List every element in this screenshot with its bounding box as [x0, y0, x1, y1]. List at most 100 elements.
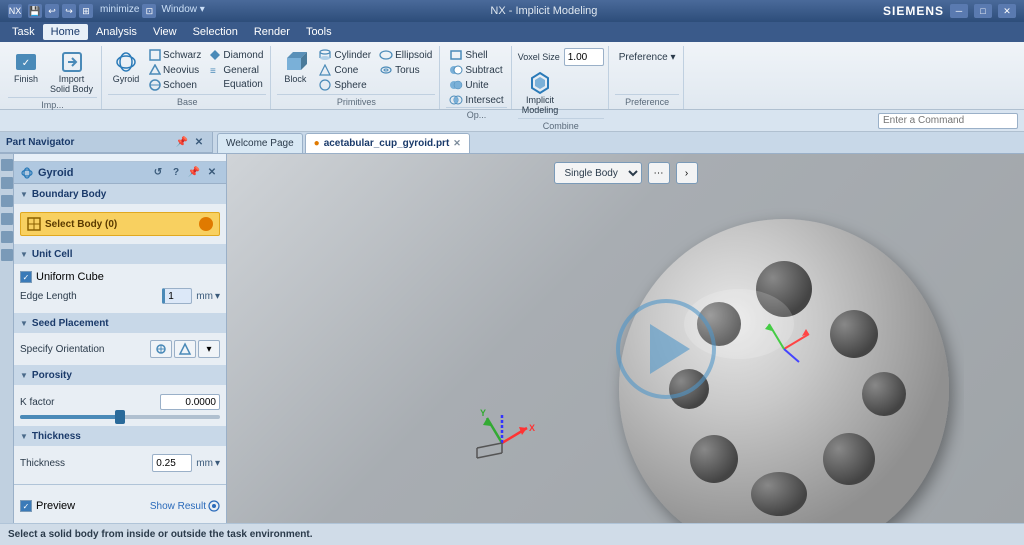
nav-close-icon[interactable]: ✕ [192, 135, 206, 149]
cone-button[interactable]: Cone [315, 63, 374, 77]
switch-window-icon[interactable]: ⊞ [79, 4, 93, 18]
divider-1 [14, 484, 226, 485]
gyroid-pin-icon[interactable]: 📌 [186, 165, 202, 181]
k-factor-input[interactable] [160, 394, 220, 410]
shell-button[interactable]: Shell [446, 48, 506, 62]
tab-model[interactable]: ● acetabular_cup_gyroid.prt ✕ [305, 133, 470, 153]
sidebar-icon-4[interactable] [1, 213, 13, 225]
ellipsoid-button[interactable]: Ellipsoid [376, 48, 435, 62]
switch-window-label[interactable]: minimize [100, 4, 139, 18]
menu-task[interactable]: Task [4, 24, 43, 40]
window-icon[interactable]: ⊡ [142, 4, 156, 18]
maximize-button[interactable]: □ [974, 4, 992, 18]
intersect-button[interactable]: Intersect [446, 93, 506, 107]
play-button-overlay[interactable] [616, 299, 716, 399]
viewport-toolbar: Single Body ⋯ › [554, 162, 698, 184]
search-input[interactable] [878, 113, 1018, 129]
orient-btn-1[interactable] [150, 340, 172, 358]
porosity-arrow: ▼ [20, 371, 28, 380]
voxel-size-input[interactable] [564, 48, 604, 66]
status-bar: Select a solid body from inside or outsi… [0, 523, 1024, 545]
preview-checkbox[interactable]: ✓ [20, 500, 32, 512]
part-navigator-header: Part Navigator 📌 ✕ [0, 132, 213, 153]
cylinder-button[interactable]: Cylinder [315, 48, 374, 62]
select-body-row[interactable]: Select Body (0) [20, 212, 220, 236]
subtract-button[interactable]: Subtract [446, 63, 506, 77]
k-factor-slider-thumb[interactable] [115, 410, 125, 424]
nav-pin-icon[interactable]: 📌 [175, 135, 189, 149]
thickness-unit: mm [196, 458, 213, 469]
edge-length-dropdown[interactable]: ▾ [215, 291, 220, 302]
sidebar-icon-2[interactable] [1, 177, 13, 189]
general-equation-button[interactable]: ≡ General [206, 63, 266, 77]
subtract-label: Subtract [465, 65, 502, 76]
menu-analysis[interactable]: Analysis [88, 24, 145, 40]
gyroid-help-icon[interactable]: ? [168, 165, 184, 181]
undo-icon[interactable]: ↩ [45, 4, 59, 18]
viewport-menu-btn[interactable]: ⋯ [648, 162, 670, 184]
torus-button[interactable]: Torus [376, 63, 435, 77]
ribbon-col-op: Shell Subtract Unite Intersect [446, 48, 506, 107]
tab-bar: Welcome Page ● acetabular_cup_gyroid.prt… [213, 132, 1024, 153]
seed-placement-section[interactable]: ▼ Seed Placement [14, 313, 226, 333]
import-solid-body-button[interactable]: ImportSolid Body [46, 48, 97, 97]
implicit-modeling-button[interactable]: ImplicitModeling [518, 69, 563, 118]
equation-button[interactable]: Equation [206, 78, 266, 91]
orient-btn-3[interactable]: ▾ [198, 340, 220, 358]
menu-view[interactable]: View [145, 24, 185, 40]
menu-home[interactable]: Home [43, 24, 88, 40]
tab-welcome[interactable]: Welcome Page [217, 133, 303, 153]
show-result-label: Show Result [150, 501, 206, 512]
unite-button[interactable]: Unite [446, 78, 506, 92]
porosity-section[interactable]: ▼ Porosity [14, 365, 226, 385]
neovius-button[interactable]: Neovius [146, 63, 204, 77]
axis-indicator: X Y [467, 393, 537, 463]
uniform-cube-checkbox[interactable]: ✓ [20, 271, 32, 283]
edge-length-input[interactable] [162, 288, 192, 304]
specify-orientation-row: Specify Orientation ▾ [20, 340, 220, 358]
orient-btn-2[interactable] [174, 340, 196, 358]
menu-selection[interactable]: Selection [185, 24, 246, 40]
gyroid-title-row: Gyroid [20, 166, 73, 180]
sidebar-icon-1[interactable] [1, 159, 13, 171]
redo-icon[interactable]: ↪ [62, 4, 76, 18]
voxel-size-row: Voxel Size [518, 48, 604, 66]
unit-cell-section[interactable]: ▼ Unit Cell [14, 244, 226, 264]
thickness-dropdown[interactable]: ▾ [215, 458, 220, 469]
viewport-body-select[interactable]: Single Body [554, 162, 642, 184]
diamond-button[interactable]: Diamond [206, 48, 266, 62]
unit-cell-label: Unit Cell [32, 249, 73, 260]
boundary-body-section[interactable]: ▼ Boundary Body [14, 184, 226, 204]
intersect-label: Intersect [465, 95, 503, 106]
sphere-button[interactable]: Sphere [315, 78, 374, 92]
cylinder-label: Cylinder [334, 50, 371, 61]
gyroid-button[interactable]: Gyroid [108, 48, 144, 87]
viewport-chevron-btn[interactable]: › [676, 162, 698, 184]
thickness-input[interactable] [152, 454, 192, 472]
window-label[interactable]: Window ▾ [161, 4, 204, 18]
menu-render[interactable]: Render [246, 24, 298, 40]
finish-button[interactable]: ✓ Finish [8, 48, 44, 87]
thickness-label: Thickness [32, 431, 81, 442]
show-result-button[interactable]: Show Result [150, 500, 220, 512]
select-body-label: Select Body (0) [45, 219, 117, 230]
k-factor-slider-track[interactable] [20, 415, 220, 419]
minimize-button[interactable]: ─ [950, 4, 968, 18]
schoen-button[interactable]: Schoen [146, 78, 204, 92]
finish-label: Finish [14, 75, 38, 85]
save-icon[interactable]: 💾 [28, 4, 42, 18]
gyroid-close-icon[interactable]: ✕ [204, 165, 220, 181]
close-button[interactable]: ✕ [998, 4, 1016, 18]
sidebar-icon-6[interactable] [1, 249, 13, 261]
tab-close-icon[interactable]: ✕ [453, 138, 461, 149]
thickness-section[interactable]: ▼ Thickness [14, 426, 226, 446]
uniform-cube-label: Uniform Cube [36, 271, 104, 283]
sidebar-icon-3[interactable] [1, 195, 13, 207]
block-button[interactable]: Block [277, 48, 313, 87]
menu-tools[interactable]: Tools [298, 24, 340, 40]
sidebar-icon-5[interactable] [1, 231, 13, 243]
gyroid-refresh-icon[interactable]: ↺ [150, 165, 166, 181]
ribbon-group-combine-label: Combine [518, 118, 604, 133]
ribbon-col-prim1: Cylinder Cone Sphere [315, 48, 374, 92]
schwarz-button[interactable]: Schwarz [146, 48, 204, 62]
